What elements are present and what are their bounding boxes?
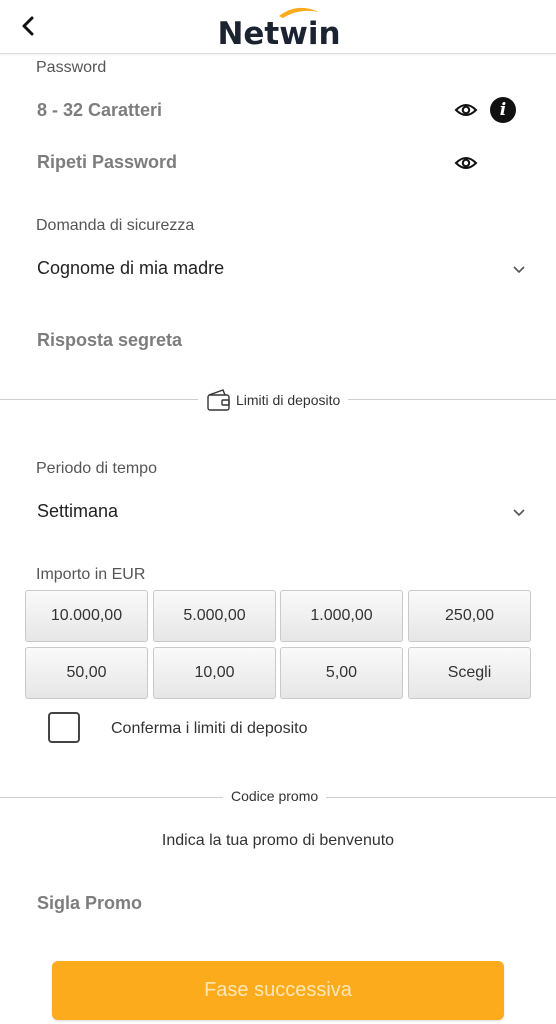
chevron-down-icon[interactable]: [512, 507, 526, 517]
deposit-section-title: Limiti di deposito: [198, 388, 349, 412]
repeat-password-input[interactable]: Ripeti Password: [37, 152, 177, 173]
amount-button[interactable]: 10,00: [153, 647, 276, 699]
amount-label: Importo in EUR: [36, 566, 146, 583]
confirm-limits-label: Conferma i limiti di deposito: [111, 720, 308, 737]
eye-icon[interactable]: [454, 98, 478, 122]
amount-button[interactable]: 250,00: [408, 590, 531, 642]
security-question-select[interactable]: Cognome di mia madre: [37, 258, 224, 279]
period-label: Periodo di tempo: [36, 460, 157, 477]
password-input[interactable]: 8 - 32 Caratteri: [37, 100, 162, 121]
choose-amount-button[interactable]: Scegli: [408, 647, 531, 699]
promo-section-title: Codice promo: [223, 788, 327, 804]
back-button[interactable]: [14, 12, 42, 40]
period-select[interactable]: Settimana: [37, 501, 118, 522]
chevron-down-icon[interactable]: [512, 264, 526, 274]
netwin-logo: Netwin: [217, 7, 341, 48]
amount-button[interactable]: 1.000,00: [280, 590, 403, 642]
amount-button[interactable]: 50,00: [25, 647, 148, 699]
wallet-icon: [207, 389, 230, 411]
amount-button[interactable]: 5,00: [280, 647, 403, 699]
chevron-left-icon: [22, 16, 34, 36]
eye-icon[interactable]: [454, 151, 478, 175]
promo-section-label: Codice promo: [231, 788, 319, 804]
next-step-button[interactable]: Fase successiva: [52, 961, 504, 1020]
app-header: Netwin: [0, 0, 556, 54]
security-question-label: Domanda di sicurezza: [36, 217, 195, 234]
amount-button[interactable]: 5.000,00: [153, 590, 276, 642]
promo-hint: Indica la tua promo di benvenuto: [161, 832, 395, 849]
deposit-section-label: Limiti di deposito: [236, 392, 341, 408]
promo-code-input[interactable]: Sigla Promo: [37, 893, 142, 914]
brand-name: Netwin: [217, 16, 340, 48]
secret-answer-input[interactable]: Risposta segreta: [37, 330, 182, 351]
password-label: Password: [36, 59, 107, 76]
confirm-limits-checkbox[interactable]: [48, 712, 80, 743]
info-icon[interactable]: i: [490, 97, 516, 123]
amount-button[interactable]: 10.000,00: [25, 590, 148, 642]
